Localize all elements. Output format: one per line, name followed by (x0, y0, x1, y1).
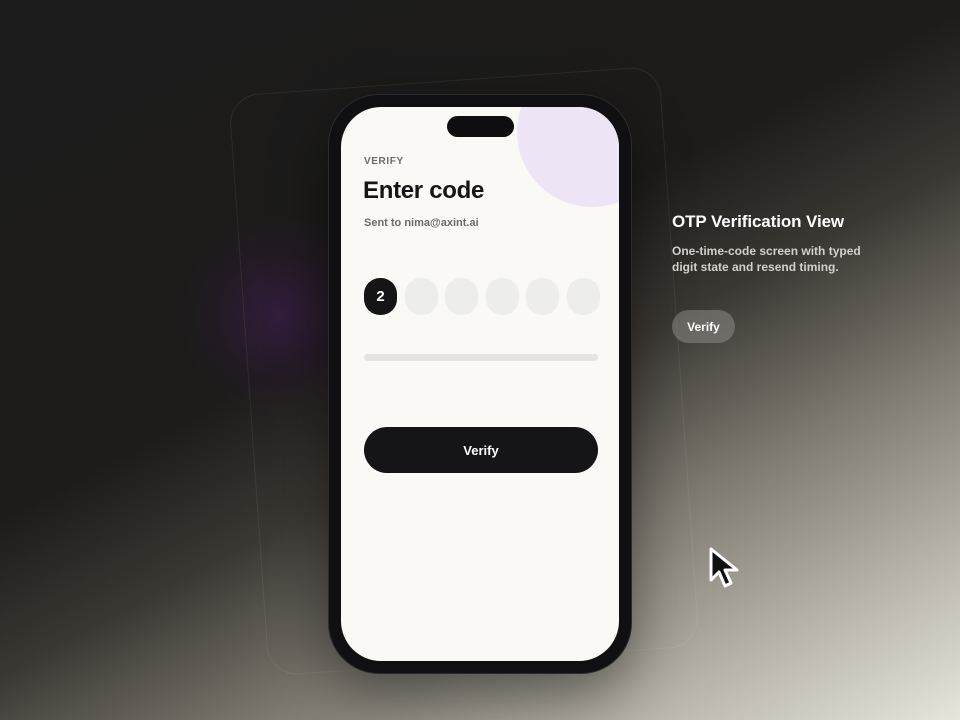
decorative-circle (517, 107, 619, 207)
verify-button[interactable]: Verify (364, 427, 598, 473)
otp-digit-field[interactable] (485, 278, 519, 315)
otp-digit-field[interactable] (526, 278, 559, 315)
otp-digit-field[interactable]: 2 (364, 278, 397, 315)
eyebrow-label: VERIFY (364, 156, 404, 167)
page-title: Enter code (363, 177, 485, 204)
mouse-pointer-icon (709, 547, 739, 588)
phone-screen: VERIFY Enter code Sent to nima@axint.ai … (341, 107, 619, 661)
side-panel-title: OTP Verification View (672, 212, 845, 231)
phone-frame: VERIFY Enter code Sent to nima@axint.ai … (329, 95, 631, 673)
dynamic-island (447, 116, 514, 137)
sent-to-label: Sent to nima@axint.ai (364, 217, 479, 229)
side-verify-button[interactable]: Verify (672, 310, 735, 343)
otp-digit-field[interactable] (404, 278, 438, 315)
side-panel-description: One-time-code screen with typed digit st… (672, 244, 861, 274)
otp-digit-field[interactable] (445, 278, 478, 315)
resend-timer-bar (364, 354, 598, 361)
otp-digit-row: 2 (364, 278, 600, 315)
otp-digit-field[interactable] (566, 278, 600, 315)
